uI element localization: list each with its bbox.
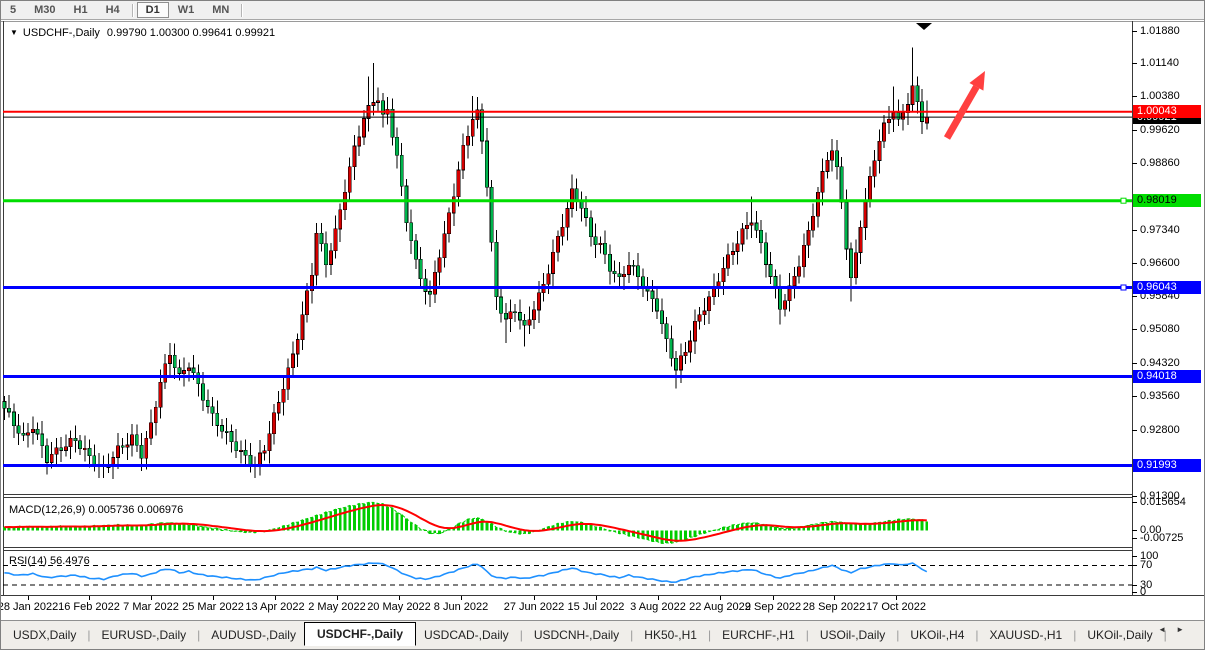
- indicator-tick-mark: [1132, 556, 1137, 557]
- chart-shift-marker-icon: [916, 23, 932, 30]
- date-tick-mark: [596, 596, 597, 600]
- symbol-label: USDCHF-,Daily: [22, 27, 100, 39]
- price-tick-mark: [1132, 262, 1137, 264]
- price-tick-mark: [1132, 429, 1137, 431]
- main-chart-canvas[interactable]: [1, 1, 1205, 650]
- date-tick-mark: [337, 596, 338, 600]
- trend-arrow-annotation[interactable]: [943, 71, 985, 140]
- price-tick-label: 0.92800: [1140, 423, 1180, 436]
- tab-separator: |: [519, 628, 523, 642]
- chart-tab-ukoil-daily[interactable]: UKOil-,Daily: [1085, 625, 1154, 645]
- price-tick-mark: [1132, 63, 1137, 64]
- date-tick-mark: [773, 596, 774, 600]
- price-tick-mark: [1132, 30, 1137, 32]
- tab-separator: |: [1073, 628, 1077, 642]
- indicator-tick-label: -0.00725: [1140, 532, 1184, 544]
- indicator-tick-mark: [1132, 530, 1137, 531]
- price-badge-0.98019: 0.98019: [1133, 194, 1201, 208]
- price-tick-label: 0.94320: [1140, 356, 1180, 369]
- chart-dropdown-icon[interactable]: ▼: [10, 28, 18, 37]
- price-tick-mark: [1132, 396, 1137, 398]
- date-tick-mark: [461, 596, 462, 600]
- chart-tab-eurchf-h1[interactable]: EURCHF-,H1: [720, 625, 797, 645]
- indicator-tick-label: 0.015654: [1140, 496, 1186, 508]
- date-tick-mark: [151, 596, 152, 600]
- ohlc-values: 0.99790 1.00300 0.99641 0.99921: [106, 27, 276, 39]
- price-tick-mark: [1132, 329, 1137, 331]
- tab-separator: |: [805, 628, 809, 642]
- price-tick-label: 1.01140: [1140, 57, 1179, 69]
- date-tick-mark: [534, 596, 535, 600]
- date-tick-mark: [275, 596, 276, 600]
- chart-tab-eurusd-daily[interactable]: EURUSD-,Daily: [99, 625, 188, 645]
- chart-title: ▼ USDCHF-,Daily 0.99790 1.00300 0.99641 0.…: [10, 27, 275, 39]
- tab-separator: |: [197, 628, 201, 642]
- rsi-indicator-label: RSI(14) 56.4976: [9, 555, 90, 567]
- price-tick-mark: [1132, 495, 1137, 497]
- chart-tab-usoil-daily[interactable]: USOil-,Daily: [818, 625, 887, 645]
- hline-handle-0.98019[interactable]: [1120, 197, 1127, 204]
- price-badge-1.00043: 1.00043: [1133, 105, 1201, 119]
- chart-tab-usdcad-daily[interactable]: USDCAD-,Daily: [422, 625, 511, 645]
- price-tick-label: 0.98860: [1140, 157, 1180, 170]
- price-badge-0.94018: 0.94018: [1133, 370, 1201, 383]
- date-tick-mark: [28, 596, 29, 600]
- macd-indicator-label: MACD(12,26,9) 0.005736 0.006976: [9, 504, 184, 516]
- price-tick-mark: [1132, 362, 1137, 364]
- tab-separator: |: [896, 628, 900, 642]
- price-tick-label: 0.95080: [1140, 323, 1180, 336]
- chart-tab-usdcnh-daily[interactable]: USDCNH-,Daily: [532, 625, 621, 645]
- tab-separator: |: [707, 628, 712, 642]
- date-tick-mark: [213, 596, 214, 600]
- indicator-tick-mark: [1132, 592, 1137, 593]
- date-tick-mark: [399, 596, 400, 600]
- chart-tab-usdx-daily[interactable]: USDX,Daily: [11, 625, 78, 645]
- chart-tab-ukoil-h4[interactable]: UKOil-,H4: [908, 625, 966, 645]
- price-tick-label: 1.00380: [1140, 90, 1180, 103]
- date-tick-mark: [834, 596, 835, 600]
- indicator-tick-label: 0: [1140, 586, 1147, 598]
- tab-separator: |: [87, 628, 91, 642]
- hline-handle-0.96043[interactable]: [1120, 284, 1127, 291]
- chart-tab-audusd-daily[interactable]: AUDUSD-,Daily: [209, 625, 298, 645]
- tab-separator: |: [630, 628, 634, 642]
- price-tick-mark: [1132, 129, 1137, 131]
- price-tick-label: 0.99620: [1140, 123, 1180, 136]
- chart-tab-usdchf-daily[interactable]: USDCHF-,Daily: [303, 622, 416, 646]
- mt4-chart-window: 5 M30 H1 H4 D1 W1 MN ▼ USDCHF-,Daily 0.99790 1.0…: [0, 0, 1205, 650]
- date-tick-mark: [896, 596, 897, 600]
- date-tick-label: 17 Oct 2022: [866, 601, 926, 613]
- price-tick-label: 0.93560: [1140, 390, 1180, 403]
- chart-tab-xauusd-h1[interactable]: XAUUSD-,H1: [988, 625, 1065, 645]
- tab-separator: |: [975, 628, 979, 642]
- date-tick-mark: [720, 596, 721, 600]
- price-tick-mark: [1132, 230, 1137, 231]
- indicator-tick-mark: [1132, 538, 1137, 539]
- indicator-tick-mark: [1132, 502, 1137, 503]
- price-badge-0.96043: 0.96043: [1133, 281, 1201, 294]
- chart-tab-hk50-h1[interactable]: HK50-,H1: [642, 625, 699, 645]
- price-tick-mark: [1132, 163, 1137, 165]
- date-tick-mark: [89, 596, 90, 600]
- date-tick-mark: [658, 596, 659, 600]
- price-badge-0.91993: 0.91993: [1133, 459, 1201, 472]
- price-tick-mark: [1132, 296, 1137, 297]
- price-tick-label: 0.96600: [1140, 256, 1180, 269]
- symbol-tab-bar: USDX,Daily | EURUSD-,Daily | AUDUSD-,Daily US…: [1, 620, 1204, 649]
- tab-scroll-arrows[interactable]: ◄►: [1158, 625, 1194, 634]
- indicator-tick-label: 70: [1140, 559, 1153, 571]
- indicator-tick-mark: [1132, 565, 1137, 566]
- price-tick-label: 1.01880: [1140, 24, 1180, 37]
- indicator-tick-mark: [1132, 585, 1137, 586]
- price-tick-label: 0.97340: [1140, 224, 1180, 236]
- price-tick-mark: [1132, 96, 1137, 98]
